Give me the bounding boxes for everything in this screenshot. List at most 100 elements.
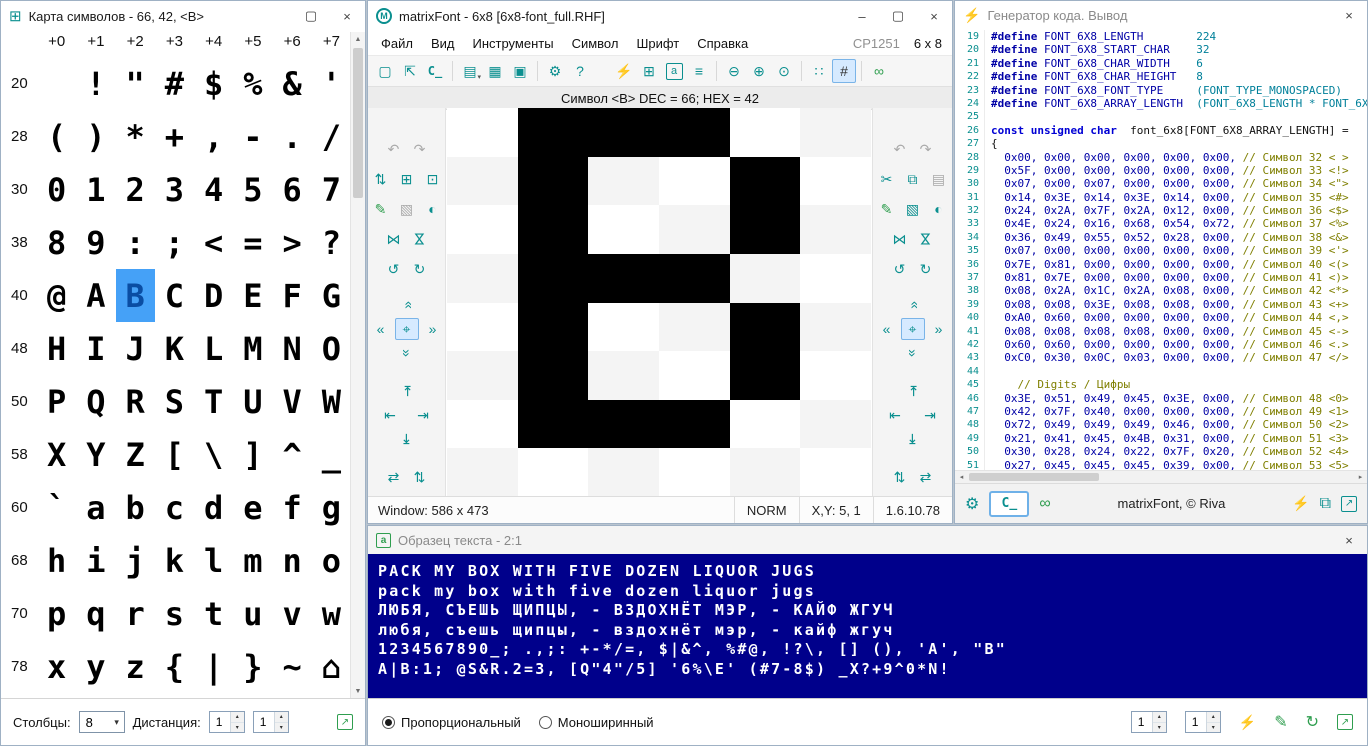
squeeze-horizontal-icon[interactable]: ⇄ [914, 466, 938, 488]
glyph-pixel[interactable] [800, 303, 871, 352]
char-cell[interactable]: x [37, 640, 76, 693]
glyph-pixel[interactable] [518, 400, 589, 449]
editor-titlebar[interactable]: M matrixFont - 6x8 [6x8-font_full.RHF] –… [368, 1, 952, 31]
glyph-pixel[interactable] [518, 157, 589, 206]
char-cell[interactable]: 7 [312, 163, 351, 216]
char-cell[interactable]: ⌂ [312, 640, 351, 693]
char-cell[interactable]: 0 [37, 163, 76, 216]
flip-horizontal-icon[interactable]: ⋈ [382, 228, 406, 250]
char-cell[interactable]: D [194, 269, 233, 322]
save-as-icon[interactable]: ▣ [508, 59, 532, 83]
char-cell[interactable]: * [116, 110, 155, 163]
sample-titlebar[interactable]: a Образец текста - 2:1 × [368, 526, 1367, 554]
glyph-pixel[interactable] [800, 254, 871, 303]
glyph-pixel[interactable] [659, 254, 730, 303]
char-cell[interactable]: G [312, 269, 351, 322]
zoom-in-icon[interactable]: ⊕ [747, 59, 771, 83]
snap-bottom-icon[interactable]: ⇥ [396, 427, 418, 451]
spin-up-icon[interactable]: ▴ [1207, 712, 1220, 723]
char-cell[interactable]: ^ [273, 428, 312, 481]
open-external-icon[interactable]: ↗ [1341, 496, 1357, 512]
char-cell[interactable]: H [37, 322, 76, 375]
scroll-up-icon[interactable]: ▲ [351, 32, 365, 46]
glyph-pixel[interactable] [588, 254, 659, 303]
flip-horizontal-icon[interactable]: ⋈ [888, 228, 912, 250]
char-cell[interactable]: X [37, 428, 76, 481]
char-map-icon[interactable]: ⊞ [637, 59, 661, 83]
char-cell[interactable]: . [273, 110, 312, 163]
menu-item-файл[interactable]: Файл [372, 36, 422, 51]
glyph-pixel[interactable] [659, 448, 730, 497]
char-cell[interactable]: f [273, 481, 312, 534]
close-button[interactable]: × [1331, 1, 1367, 29]
copy-icon[interactable]: ⧉ [1320, 495, 1331, 513]
char-cell[interactable]: J [116, 322, 155, 375]
char-cell[interactable]: ! [76, 57, 115, 110]
zoom-reset-icon[interactable]: ⊙ [772, 59, 796, 83]
glyph-pixel[interactable] [730, 351, 801, 400]
glyph-canvas[interactable] [447, 108, 871, 497]
menu-item-вид[interactable]: Вид [422, 36, 464, 51]
char-cell[interactable]: < [194, 216, 233, 269]
char-cell[interactable]: [ [155, 428, 194, 481]
char-cell[interactable]: & [273, 57, 312, 110]
spinner-arrows[interactable]: ▴▾ [1152, 712, 1166, 732]
flash-icon[interactable]: ⚡ [612, 59, 636, 83]
spin-up-icon[interactable]: ▴ [231, 712, 244, 723]
char-cell[interactable]: 1 [76, 163, 115, 216]
menu-item-инструменты[interactable]: Инструменты [464, 36, 563, 51]
char-cell[interactable]: 9 [76, 216, 115, 269]
shift-up-icon[interactable]: » [396, 293, 418, 317]
char-cell[interactable]: O [312, 322, 351, 375]
shift-up-icon[interactable]: » [902, 293, 924, 317]
shift-left-icon[interactable]: « [875, 318, 899, 340]
char-cell[interactable]: s [155, 587, 194, 640]
char-cell[interactable]: a [76, 481, 115, 534]
char-cell[interactable]: b [116, 481, 155, 534]
proportional-radio[interactable]: Пропорциональный [382, 715, 521, 730]
glyph-pixel[interactable] [800, 205, 871, 254]
help-icon[interactable]: ? [568, 59, 592, 83]
cut-icon[interactable]: ✂ [875, 168, 899, 190]
rotate-ccw-icon[interactable]: ↺ [382, 258, 406, 280]
glyph-pixel[interactable] [588, 157, 659, 206]
char-cell[interactable]: d [194, 481, 233, 534]
glyph-pixel[interactable] [800, 448, 871, 497]
scale-x-spinner[interactable]: 1 ▴▾ [1131, 711, 1167, 733]
c-language-button[interactable]: C_ [989, 491, 1029, 517]
code-generator-icon[interactable]: C_ [423, 59, 447, 83]
flash-icon[interactable]: ⚡ [1239, 714, 1256, 731]
text-sample-icon[interactable]: a [662, 59, 686, 83]
char-cell[interactable]: o [312, 534, 351, 587]
squeeze-vertical-icon[interactable]: ⇅ [888, 466, 912, 488]
resize-icon[interactable]: ⊡ [421, 168, 445, 190]
glyph-pixel[interactable] [659, 157, 730, 206]
snap-left-icon[interactable]: ⇤ [883, 404, 907, 426]
flip-vertical-icon[interactable]: ⋈ [409, 227, 431, 251]
link-icon[interactable]: ∞ [867, 59, 891, 83]
save-menu-icon[interactable]: ▤▾ [458, 59, 482, 83]
char-cell[interactable]: : [116, 216, 155, 269]
char-cell[interactable]: ( [37, 110, 76, 163]
spinner-arrows[interactable]: ▴▾ [230, 712, 244, 732]
char-cell[interactable]: % [233, 57, 272, 110]
glyph-pixel[interactable] [588, 448, 659, 497]
new-icon[interactable]: ▢ [373, 59, 397, 83]
glyph-pixel[interactable] [447, 303, 518, 352]
char-cell[interactable]: _ [312, 428, 351, 481]
spin-up-icon[interactable]: ▴ [1153, 712, 1166, 723]
char-cell[interactable]: = [233, 216, 272, 269]
menu-item-символ[interactable]: Символ [563, 36, 628, 51]
glyph-pixel[interactable] [730, 205, 801, 254]
glyph-pixel[interactable] [588, 205, 659, 254]
settings-icon[interactable]: ⚙ [965, 494, 979, 514]
glyph-pixel[interactable] [730, 448, 801, 497]
char-cell[interactable]: k [155, 534, 194, 587]
distance-y-spinner[interactable]: 1 ▴▾ [253, 711, 289, 733]
code-hscrollbar[interactable]: ◂ ▸ [955, 470, 1367, 483]
glyph-pixel[interactable] [518, 254, 589, 303]
glyph-pixel[interactable] [447, 205, 518, 254]
char-cell[interactable]: # [155, 57, 194, 110]
char-cell[interactable]: y [76, 640, 115, 693]
copy-icon[interactable]: ⧉ [901, 168, 925, 190]
